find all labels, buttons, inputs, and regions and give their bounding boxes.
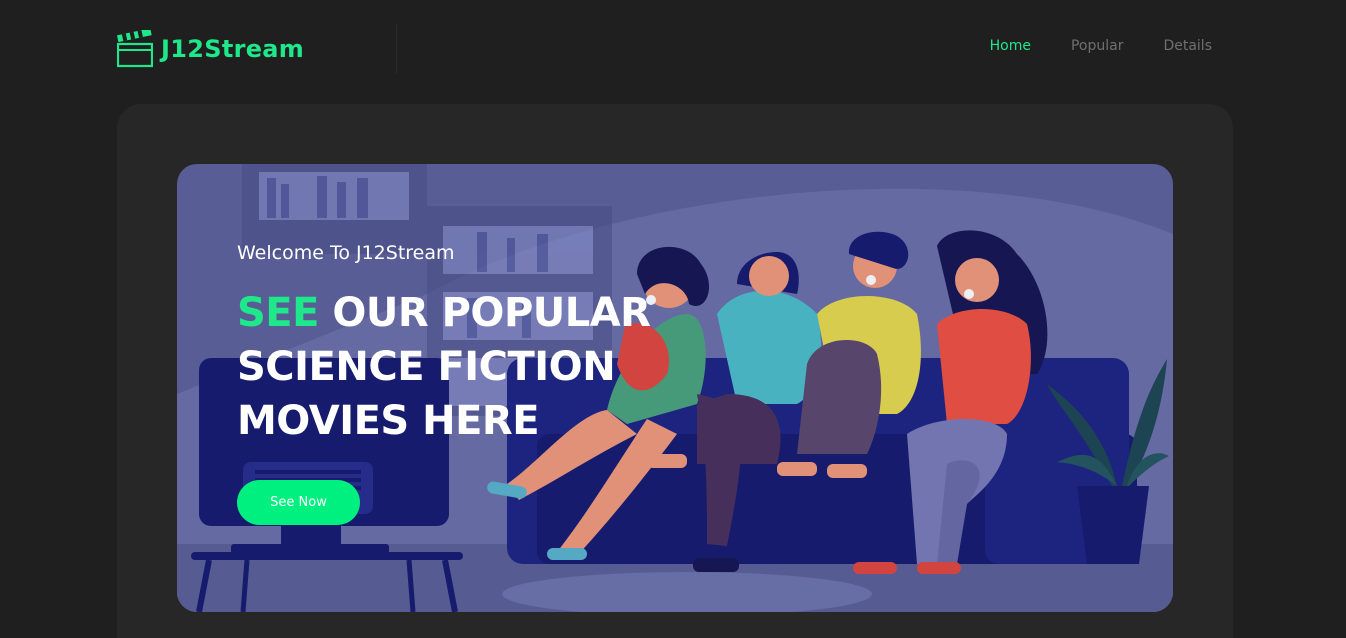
hero-banner: Welcome To J12Stream SEE OUR POPULAR SCI… <box>177 164 1173 612</box>
hero-welcome-text: Welcome To J12Stream <box>237 242 455 264</box>
site-header: J12Stream Home Popular Details <box>0 0 1346 100</box>
main-nav: Home Popular Details <box>990 38 1212 54</box>
nav-popular-link[interactable]: Popular <box>1071 38 1124 54</box>
main-panel: Welcome To J12Stream SEE OUR POPULAR SCI… <box>117 104 1233 638</box>
nav-home-link[interactable]: Home <box>990 38 1031 54</box>
nav-details-link[interactable]: Details <box>1163 38 1212 54</box>
hero-text-block: Welcome To J12Stream SEE OUR POPULAR SCI… <box>237 242 667 448</box>
hero-headline: SEE OUR POPULAR SCIENCE FICTION MOVIES H… <box>237 286 667 448</box>
brand-name: J12Stream <box>161 35 305 63</box>
header-divider <box>396 24 397 74</box>
brand-logo[interactable]: J12Stream <box>117 30 304 68</box>
clapperboard-icon <box>117 30 153 68</box>
hero-headline-accent: SEE <box>237 290 319 336</box>
see-now-button[interactable]: See Now <box>237 480 360 525</box>
